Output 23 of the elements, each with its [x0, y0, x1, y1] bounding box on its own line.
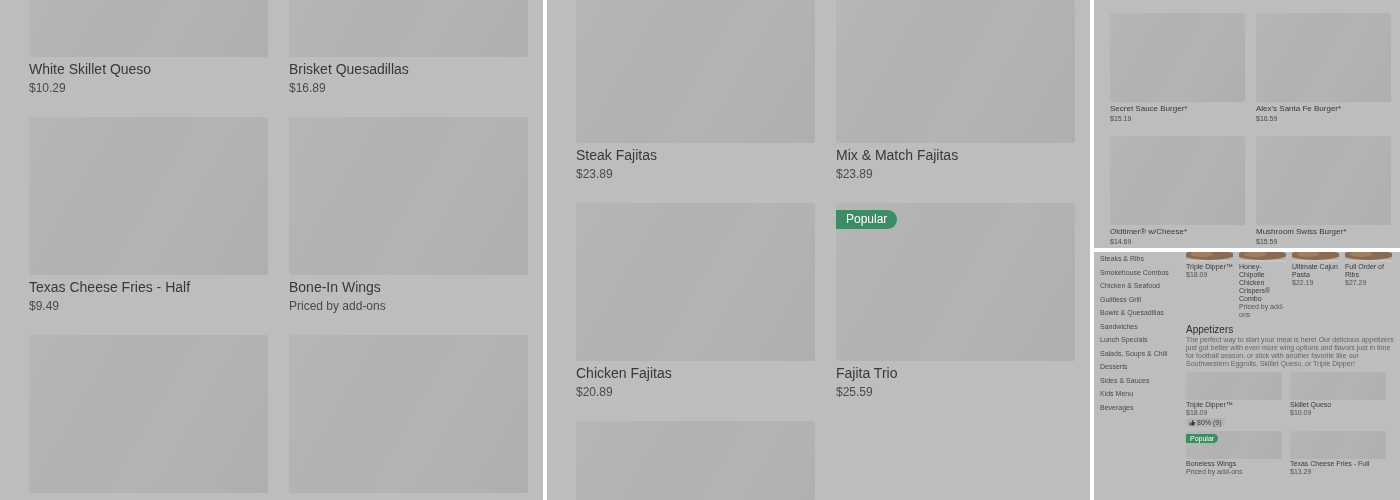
menu-item-name[interactable]: Brisket Quesadillas	[289, 59, 528, 79]
price-text: $23.89	[576, 166, 614, 183]
menu-item-name[interactable]: White Skillet Queso	[29, 59, 268, 79]
menu-item-name[interactable]: Alex's Santa Fe Burger*	[1256, 104, 1391, 114]
menu-item-name[interactable]: Mix & Match Fajitas	[836, 145, 1075, 165]
menu-item-name[interactable]: Texas Cheese Fries - Half	[29, 277, 268, 297]
menu-item-name[interactable]: Steak Fajitas	[576, 145, 815, 165]
section-heading: Appetizers	[1186, 324, 1235, 336]
menu-item-name[interactable]: Oldtimer® w/Cheese*	[1110, 227, 1245, 237]
price-text: $20.89	[576, 384, 614, 401]
popular-badge: Popular	[836, 210, 898, 229]
menu-item-name[interactable]: Chicken Fajitas	[576, 363, 815, 383]
price-text: $16.89	[289, 80, 327, 97]
menu-item-name[interactable]: Fajita Trio	[836, 363, 1075, 383]
thumbs-up-icon	[1189, 419, 1195, 426]
price-text: $10.29	[29, 80, 67, 97]
menu-item-name[interactable]: Bone-In Wings	[289, 277, 528, 297]
price-text: $23.89	[836, 166, 874, 183]
menu-item-name[interactable]: Secret Sauce Burger*	[1110, 104, 1245, 114]
menu-item-name[interactable]: Mushroom Swiss Burger*	[1256, 227, 1391, 237]
price-text: $25.59	[836, 384, 874, 401]
price-text: $9.49	[29, 298, 61, 315]
price-text: Priced by add-ons	[289, 298, 387, 315]
